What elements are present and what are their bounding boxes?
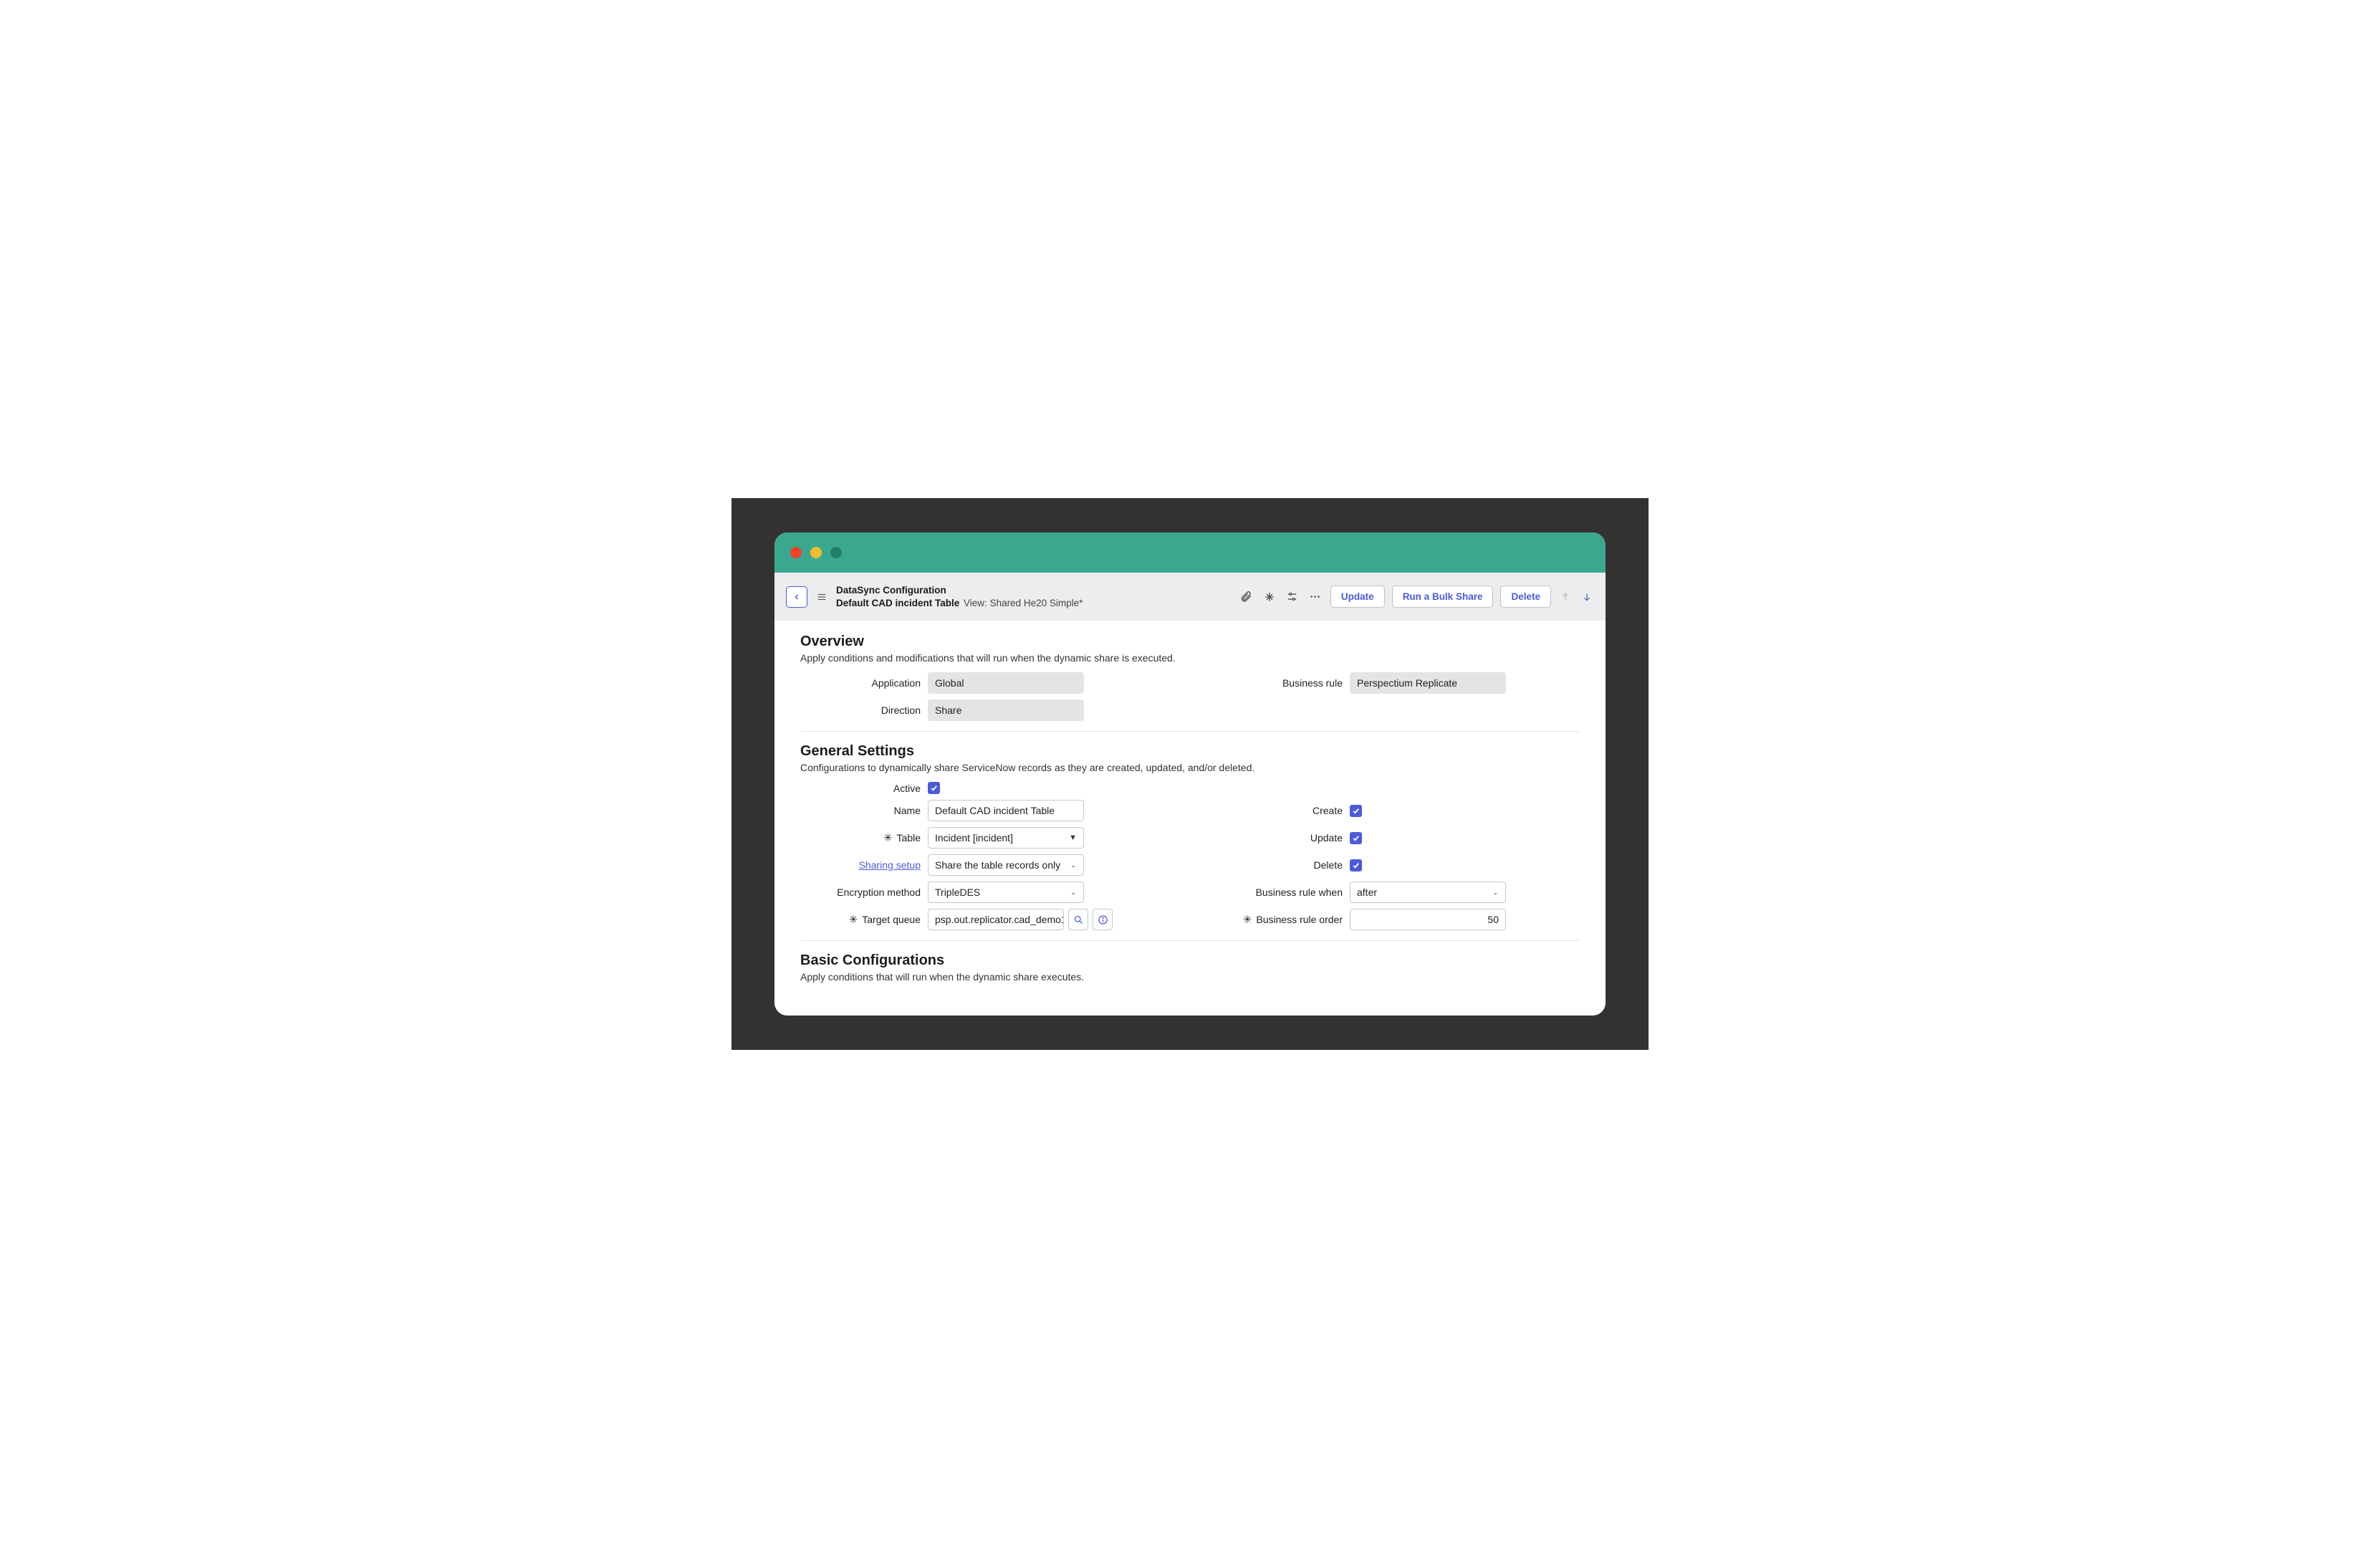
br-order-row: ✳Business rule order 50 — [1222, 909, 1580, 930]
required-icon: ✳ — [883, 833, 893, 844]
minimize-window-dot[interactable] — [810, 547, 822, 558]
general-description: Configurations to dynamically share Serv… — [800, 762, 1580, 773]
caret-down-icon: ▼ — [1069, 833, 1077, 842]
chevron-down-icon: ⌄ — [1070, 889, 1077, 895]
encryption-label: Encryption method — [800, 887, 928, 898]
outer-frame: DataSync Configuration Default CAD incid… — [731, 498, 1649, 1050]
create-checkbox[interactable] — [1350, 805, 1362, 817]
attachment-icon[interactable] — [1239, 591, 1254, 603]
sharing-setup-label-link[interactable]: Sharing setup — [800, 859, 928, 871]
overview-section: Overview Apply conditions and modificati… — [800, 634, 1580, 732]
settings-filters-icon[interactable] — [1285, 591, 1300, 603]
update-label: Update — [1222, 832, 1350, 844]
br-order-input[interactable]: 50 — [1350, 909, 1506, 930]
header-title-secondary: Default CAD incident Table — [836, 598, 959, 608]
hamburger-menu-icon[interactable] — [816, 592, 827, 602]
prev-record-arrow — [1558, 592, 1573, 602]
target-queue-row: ✳Target queue psp.out.replicator.cad_dem… — [800, 909, 1158, 930]
info-button[interactable] — [1093, 909, 1113, 930]
sharing-setup-select[interactable]: Share the table records only⌄ — [928, 854, 1084, 876]
sharing-setup-row: Sharing setup Share the table records on… — [800, 854, 1158, 876]
application-label: Application — [800, 677, 928, 689]
basic-description: Apply conditions that will run when the … — [800, 971, 1580, 983]
back-button[interactable] — [786, 586, 807, 608]
chevron-down-icon: ⌄ — [1070, 861, 1077, 868]
header-title-primary: DataSync Configuration — [836, 584, 1083, 597]
next-record-arrow[interactable] — [1580, 592, 1594, 602]
application-value: Global — [928, 672, 1084, 694]
page-header: DataSync Configuration Default CAD incid… — [774, 573, 1606, 621]
target-queue-input[interactable]: psp.out.replicator.cad_demo1_m — [928, 909, 1064, 930]
update-button[interactable]: Update — [1330, 586, 1385, 608]
target-queue-label: ✳Target queue — [800, 914, 928, 925]
required-icon: ✳ — [849, 914, 858, 925]
name-label: Name — [800, 805, 928, 816]
required-icon: ✳ — [1243, 914, 1252, 925]
window: DataSync Configuration Default CAD incid… — [774, 532, 1606, 1016]
encryption-select[interactable]: TripleDES⌄ — [928, 882, 1084, 903]
content: Overview Apply conditions and modificati… — [774, 621, 1606, 1016]
basic-heading: Basic Configurations — [800, 952, 1580, 969]
lookup-button[interactable] — [1068, 909, 1088, 930]
header-view: View: Shared He20 Simple* — [964, 598, 1083, 608]
update-row: Update — [1222, 827, 1580, 849]
create-label: Create — [1222, 805, 1350, 816]
window-titlebar — [774, 532, 1606, 573]
more-actions-icon[interactable] — [1307, 591, 1323, 603]
overview-grid: Application Global Business rule Perspec… — [800, 672, 1580, 721]
chevron-down-icon: ⌄ — [1492, 889, 1499, 895]
br-when-select[interactable]: after⌄ — [1350, 882, 1506, 903]
br-when-row: Business rule when after⌄ — [1222, 882, 1580, 903]
name-row: Name Default CAD incident Table — [800, 800, 1158, 821]
create-row: Create — [1222, 800, 1580, 821]
table-select[interactable]: Incident [incident]▼ — [928, 827, 1084, 849]
direction-row: Direction Share — [800, 699, 1158, 721]
overview-description: Apply conditions and modifications that … — [800, 652, 1580, 664]
update-checkbox[interactable] — [1350, 832, 1362, 844]
header-actions: Update Run a Bulk Share Delete — [1239, 586, 1594, 608]
business-rule-value: Perspectium Replicate — [1350, 672, 1506, 694]
general-heading: General Settings — [800, 743, 1580, 760]
encryption-row: Encryption method TripleDES⌄ — [800, 882, 1158, 903]
header-titles: DataSync Configuration Default CAD incid… — [836, 584, 1083, 609]
br-order-label: ✳Business rule order — [1222, 914, 1350, 925]
delete-checkbox[interactable] — [1350, 859, 1362, 871]
table-label: ✳Table — [800, 832, 928, 844]
direction-label: Direction — [800, 704, 928, 716]
general-grid: Active Name Default CAD incident Table — [800, 782, 1580, 930]
run-bulk-share-button[interactable]: Run a Bulk Share — [1392, 586, 1494, 608]
name-input[interactable]: Default CAD incident Table — [928, 800, 1084, 821]
delete-label: Delete — [1222, 859, 1350, 871]
delete-row: Delete — [1222, 854, 1580, 876]
active-checkbox[interactable] — [928, 782, 940, 794]
business-rule-row: Business rule Perspectium Replicate — [1222, 672, 1580, 694]
business-rule-label: Business rule — [1222, 677, 1350, 689]
close-window-dot[interactable] — [790, 547, 802, 558]
delete-button[interactable]: Delete — [1500, 586, 1551, 608]
header-title-row: Default CAD incident Table View: Shared … — [836, 597, 1083, 610]
direction-value: Share — [928, 699, 1084, 721]
sparkle-icon[interactable] — [1262, 591, 1277, 603]
basic-config-section: Basic Configurations Apply conditions th… — [800, 952, 1580, 983]
overview-heading: Overview — [800, 634, 1580, 650]
active-row: Active — [800, 782, 1158, 794]
maximize-window-dot[interactable] — [830, 547, 842, 558]
general-settings-section: General Settings Configurations to dynam… — [800, 743, 1580, 941]
application-row: Application Global — [800, 672, 1158, 694]
active-label: Active — [800, 783, 928, 794]
br-when-label: Business rule when — [1222, 887, 1350, 898]
table-row: ✳Table Incident [incident]▼ — [800, 827, 1158, 849]
